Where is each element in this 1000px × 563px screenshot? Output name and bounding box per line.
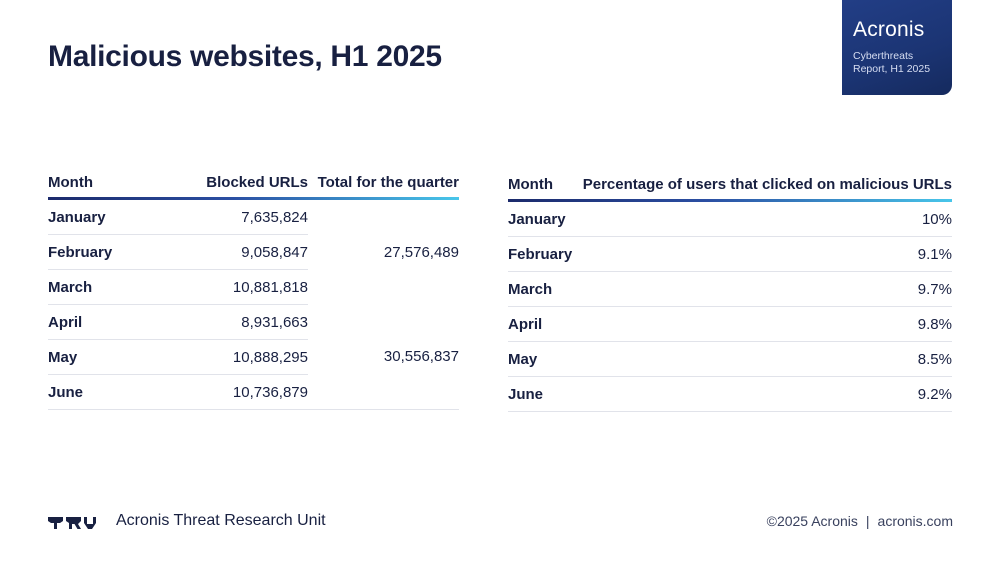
acronis-badge: Acronis Cyberthreats Report, H1 2025: [842, 0, 952, 95]
month-cell: March: [508, 271, 583, 307]
table-row: June 9.2%: [508, 376, 952, 412]
percentage-cell: 8.5%: [582, 341, 952, 377]
percentage-cell: 10%: [582, 202, 952, 237]
tru-logo-icon: [48, 515, 100, 534]
threat-research-unit-label: Acronis Threat Research Unit: [116, 512, 326, 529]
month-cell: May: [48, 339, 198, 375]
month-cell: February: [48, 234, 198, 270]
blocked-urls-cell: 8,931,663: [198, 304, 308, 340]
percentage-cell: 9.2%: [582, 376, 952, 412]
quarter-total-cell: 30,556,837: [308, 304, 459, 410]
table-row: April 8,931,663 30,556,837: [48, 304, 459, 410]
quarter-total-cell: 27,576,489: [383, 243, 459, 261]
report-subtitle: Cyberthreats Report, H1 2025: [853, 50, 931, 75]
column-header-quarter-total: Total for the quarter: [317, 174, 459, 191]
month-cell: January: [48, 200, 198, 235]
blocked-urls-cell: 9,058,847: [198, 234, 308, 270]
table-row: January 10%: [508, 202, 952, 237]
month-cell: June: [48, 374, 198, 410]
month-cell: June: [508, 376, 583, 412]
blocked-urls-cell: 10,736,879: [198, 374, 308, 410]
blocked-urls-cell: 7,635,824: [198, 200, 308, 235]
blocked-urls-table: Month Blocked URLs Total for the quarter…: [48, 168, 459, 410]
table-row: February 9.1%: [508, 236, 952, 272]
table-row: May 8.5%: [508, 341, 952, 377]
footer-separator: |: [865, 513, 870, 529]
percentage-cell: 9.7%: [582, 271, 952, 307]
month-cell: April: [48, 304, 198, 340]
blocked-urls-cell: 10,881,818: [198, 269, 308, 305]
column-header-blocked-urls: Blocked URLs: [206, 174, 308, 191]
copyright-text: ©2025 Acronis: [766, 513, 858, 529]
table-row: April 9.8%: [508, 306, 952, 342]
page-title: Malicious websites, H1 2025: [48, 40, 442, 73]
table-row: January 7,635,824 27,576,489: [48, 200, 459, 261]
footer-links: ©2025 Acronis | acronis.com: [767, 513, 953, 529]
month-cell: March: [48, 269, 198, 305]
column-header-month: Month: [48, 174, 93, 191]
month-cell: April: [508, 306, 583, 342]
percentage-cell: 9.1%: [582, 236, 952, 272]
month-cell: May: [508, 341, 583, 377]
month-cell: February: [508, 236, 583, 272]
click-rate-table: Month Percentage of users that clicked o…: [508, 170, 952, 412]
column-header-month: Month: [508, 176, 553, 193]
column-header-percentage: Percentage of users that clicked on mali…: [582, 176, 952, 193]
blocked-urls-cell: 10,888,295: [198, 339, 308, 375]
percentage-cell: 9.8%: [582, 306, 952, 342]
website-link[interactable]: acronis.com: [878, 513, 953, 529]
acronis-logo: Acronis: [853, 18, 925, 41]
month-cell: January: [508, 202, 583, 237]
table-row: March 9.7%: [508, 271, 952, 307]
